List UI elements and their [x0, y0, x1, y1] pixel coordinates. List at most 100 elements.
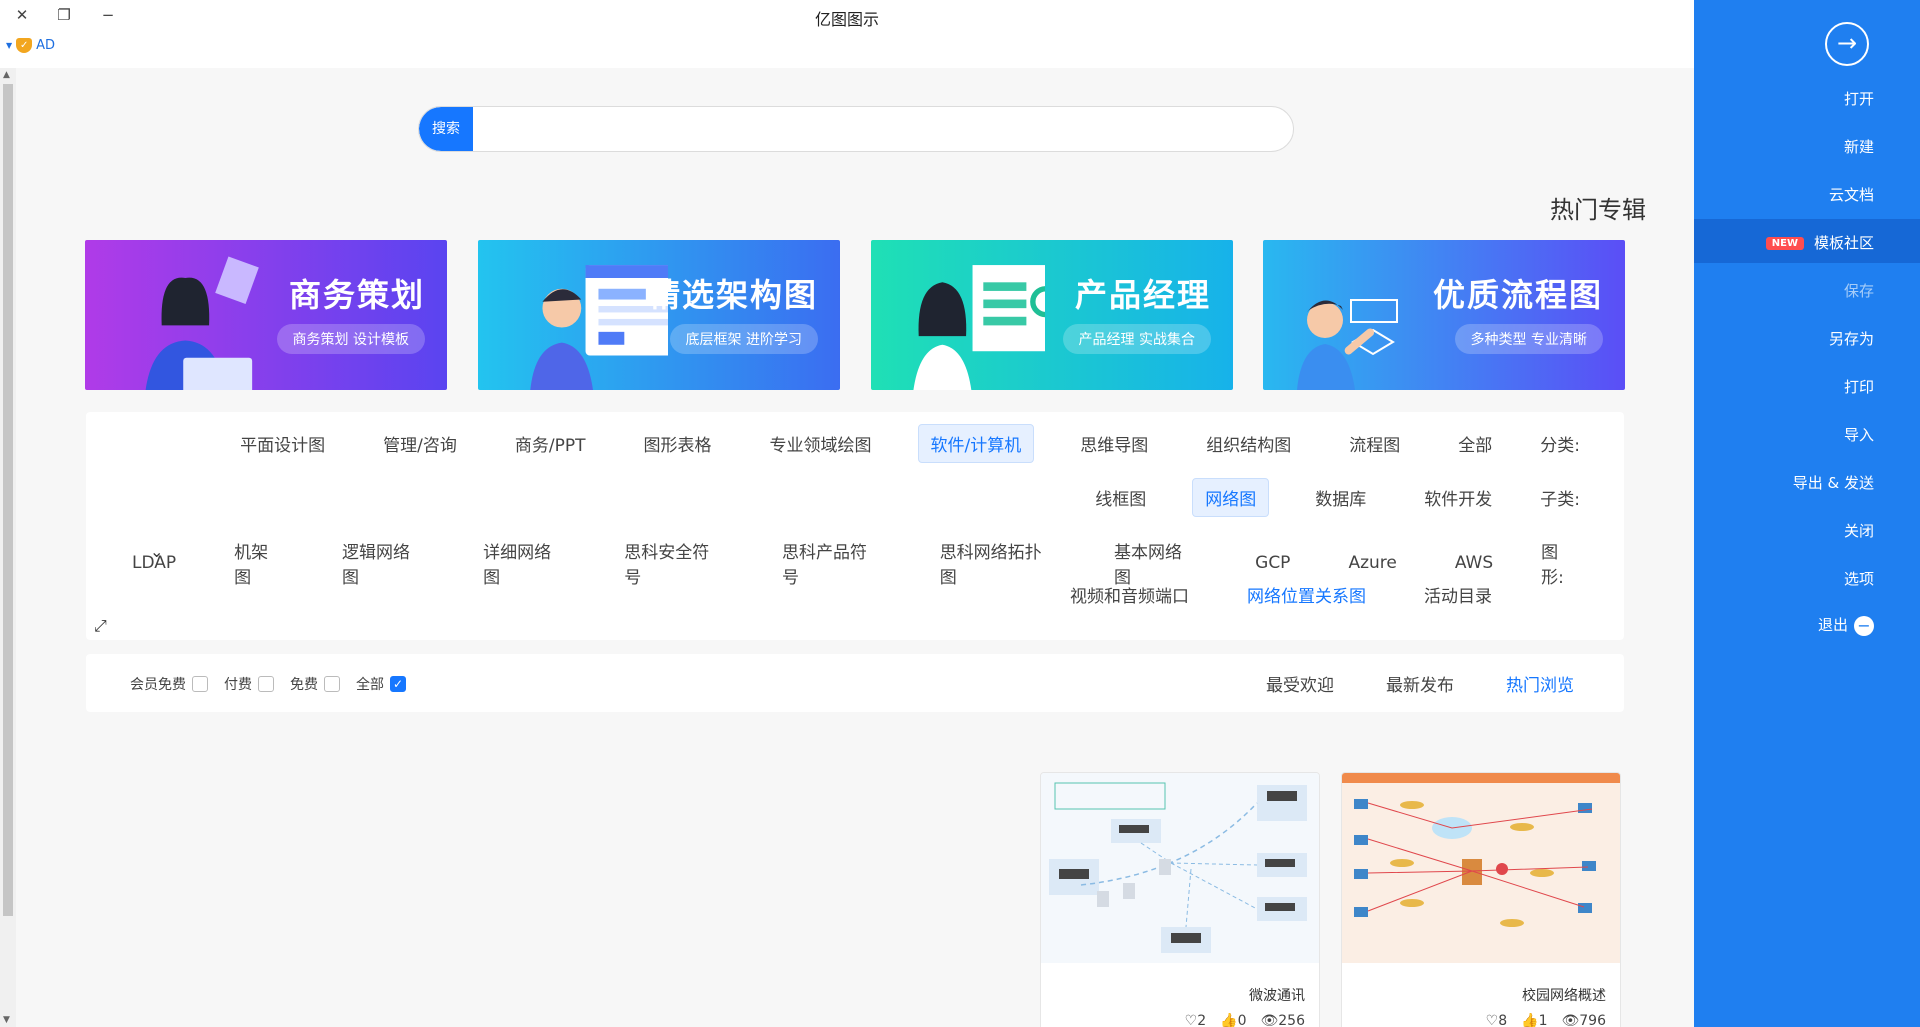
shape-option[interactable]: 详细网络图: [471, 532, 578, 594]
shape-option[interactable]: 活动目录: [1412, 576, 1504, 613]
likes-count[interactable]: 👍0: [1220, 1013, 1246, 1027]
category-option-all[interactable]: 全部: [1446, 425, 1504, 462]
heart-icon: ♡: [1485, 1013, 1499, 1027]
views-count: 👁256: [1260, 1013, 1305, 1027]
sidebar-item-save[interactable]: 保存: [1844, 280, 1874, 301]
category-option-management[interactable]: 管理/咨询: [371, 425, 469, 462]
subcategory-option-software-dev[interactable]: 软件开发: [1412, 479, 1504, 516]
person-illustration-icon: [530, 265, 668, 390]
thumbs-up-icon: 👍: [1521, 1013, 1539, 1027]
checkbox-icon[interactable]: [258, 676, 274, 692]
favorites-count[interactable]: ♡8: [1486, 1013, 1507, 1027]
price-filter-member-free[interactable]: 会员免费: [130, 674, 208, 694]
price-filter-all[interactable]: ✓ 全部: [356, 674, 406, 694]
sidebar-item-print[interactable]: 打印: [1844, 376, 1874, 397]
banner-subtitle: 底层框架 进阶学习: [669, 324, 818, 354]
scroll-down-icon[interactable]: ▼: [3, 1015, 10, 1025]
user-label: AD: [36, 38, 56, 53]
vip-badge-icon: ✓: [16, 38, 33, 53]
thumbs-up-icon: 👍: [1220, 1013, 1238, 1027]
shape-option[interactable]: AWS: [1443, 547, 1505, 579]
banner-architecture[interactable]: 精选架构图 底层框架 进阶学习: [478, 240, 840, 390]
chevron-down-icon[interactable]: ⌄: [150, 542, 163, 561]
likes-count[interactable]: 👍1: [1521, 1013, 1547, 1027]
category-option-business-ppt[interactable]: 商务/PPT: [503, 425, 598, 462]
banner-subtitle: 多种类型 专业清晰: [1454, 324, 1603, 354]
category-option-software[interactable]: 软件/计算机: [917, 424, 1035, 463]
shape-option[interactable]: GCP: [1243, 547, 1302, 579]
subcategory-label: 子类:: [1540, 490, 1580, 510]
shape-option[interactable]: 机架图: [222, 532, 296, 594]
search-bar: 搜索: [418, 106, 1294, 152]
scroll-up-icon[interactable]: ▲: [3, 70, 10, 80]
sidebar-item-exit[interactable]: 退出 −: [1818, 614, 1874, 636]
person-illustration-icon: [913, 265, 1045, 390]
sidebar-item-import[interactable]: 导入: [1844, 424, 1874, 445]
category-filter-row: 分类: 全部 流程图 组织结构图 思维导图 软件/计算机 专业领域绘图 图形表格…: [194, 424, 1580, 463]
category-option-professional[interactable]: 专业领域绘图: [758, 425, 884, 462]
sidebar-item-cloud-docs[interactable]: 云文档: [1829, 184, 1874, 205]
search-button[interactable]: 搜索: [419, 107, 473, 151]
shape-option-highlighted[interactable]: 网络位置关系图: [1235, 576, 1378, 613]
expand-icon[interactable]: ⤢: [94, 616, 112, 635]
category-option-graphic-design[interactable]: 平面设计图: [228, 425, 337, 462]
tab-newest[interactable]: 最新发布: [1386, 671, 1454, 696]
template-card[interactable]: 微波通讯 👁256 👍0 ♡2: [1040, 772, 1320, 1027]
hot-albums-title: 热门专辑: [1550, 196, 1646, 224]
shape-option[interactable]: 逻辑网络图: [330, 532, 437, 594]
user-account[interactable]: ▼ ✓ AD: [6, 38, 55, 53]
sidebar-item-label: 模板社区: [1813, 234, 1874, 252]
category-option-mind-map[interactable]: 思维导图: [1068, 425, 1160, 462]
back-arrow-icon[interactable]: →: [1825, 22, 1869, 66]
shape-option[interactable]: Azure: [1336, 547, 1408, 579]
shape-option[interactable]: 思科安全符号: [612, 532, 736, 594]
checkbox-checked-icon[interactable]: ✓: [390, 676, 406, 692]
subcategory-option-wireframe[interactable]: 线框图: [1083, 479, 1158, 516]
person-illustration-icon: [145, 256, 259, 390]
search-input[interactable]: [479, 107, 1279, 151]
sidebar-item-export-send[interactable]: 导出 & 发送: [1793, 472, 1874, 493]
price-filter-label: 全部: [356, 677, 384, 693]
category-option-org-chart[interactable]: 组织结构图: [1194, 425, 1303, 462]
eye-icon: 👁: [1260, 1013, 1279, 1027]
banner-title: 优质流程图: [1432, 276, 1603, 314]
sidebar-item-new[interactable]: 新建: [1844, 136, 1874, 157]
sidebar-item-open[interactable]: 打开: [1844, 88, 1874, 109]
price-filter-paid[interactable]: 付费: [224, 674, 274, 694]
main-content: 搜索 热门专辑 优质流程图 多种类型 专业清晰 产品经理 产品经理 实战集合 精…: [16, 68, 1694, 1027]
sidebar-item-save-as[interactable]: 另存为: [1829, 328, 1874, 349]
shape-option[interactable]: 视频和音频端口: [1058, 576, 1201, 613]
backstage-sidebar: → 打开 新建 云文档 NEW 模板社区 保存 另存为 打印 导入 导出 & 发送…: [1694, 0, 1920, 1027]
dropdown-arrow-icon: ▼: [6, 41, 13, 50]
sidebar-item-options[interactable]: 选项: [1844, 568, 1874, 589]
price-filter-free[interactable]: 免费: [290, 674, 340, 694]
shape-option[interactable]: 思科产品符号: [770, 532, 894, 594]
banner-product-manager[interactable]: 产品经理 产品经理 实战集合: [871, 240, 1233, 390]
sidebar-item-template-community[interactable]: NEW 模板社区: [1765, 232, 1874, 253]
template-card[interactable]: 校园网络概述 👁796 👍1 ♡8: [1341, 772, 1621, 1027]
favorites-count[interactable]: ♡2: [1185, 1013, 1206, 1027]
template-title: 微波通讯: [1249, 988, 1305, 1004]
banner-title: 商务策划: [288, 276, 425, 314]
checkbox-icon[interactable]: [192, 676, 208, 692]
category-option-flowchart[interactable]: 流程图: [1337, 425, 1412, 462]
new-badge: NEW: [1765, 237, 1804, 250]
banner-subtitle: 商务策划 设计模板: [276, 324, 425, 354]
tab-most-popular[interactable]: 最受欢迎: [1266, 671, 1334, 696]
scrollbar-thumb[interactable]: [3, 84, 13, 916]
vertical-scrollbar[interactable]: ▲ ▼: [0, 68, 16, 1027]
category-option-graphic-table[interactable]: 图形表格: [632, 425, 724, 462]
category-label: 分类:: [1540, 436, 1580, 456]
subcategory-option-database[interactable]: 数据库: [1303, 479, 1378, 516]
template-thumbnail: [1041, 773, 1319, 963]
sort-bar: 热门浏览 最新发布 最受欢迎 ✓ 全部 免费 付费 会员免费: [86, 654, 1624, 712]
subcategory-option-network[interactable]: 网络图: [1192, 478, 1270, 517]
sidebar-item-label: 退出: [1817, 616, 1848, 634]
banner-title: 精选架构图: [647, 276, 818, 314]
shape-filter-row-2: 活动目录 网络位置关系图 视频和音频端口: [1024, 576, 1504, 613]
tab-hot-browse[interactable]: 热门浏览: [1506, 671, 1574, 696]
checkbox-icon[interactable]: [324, 676, 340, 692]
banner-flowchart[interactable]: 优质流程图 多种类型 专业清晰: [1263, 240, 1625, 390]
sidebar-item-close[interactable]: 关闭: [1844, 520, 1874, 541]
banner-business-plan[interactable]: 商务策划 商务策划 设计模板: [85, 240, 447, 390]
